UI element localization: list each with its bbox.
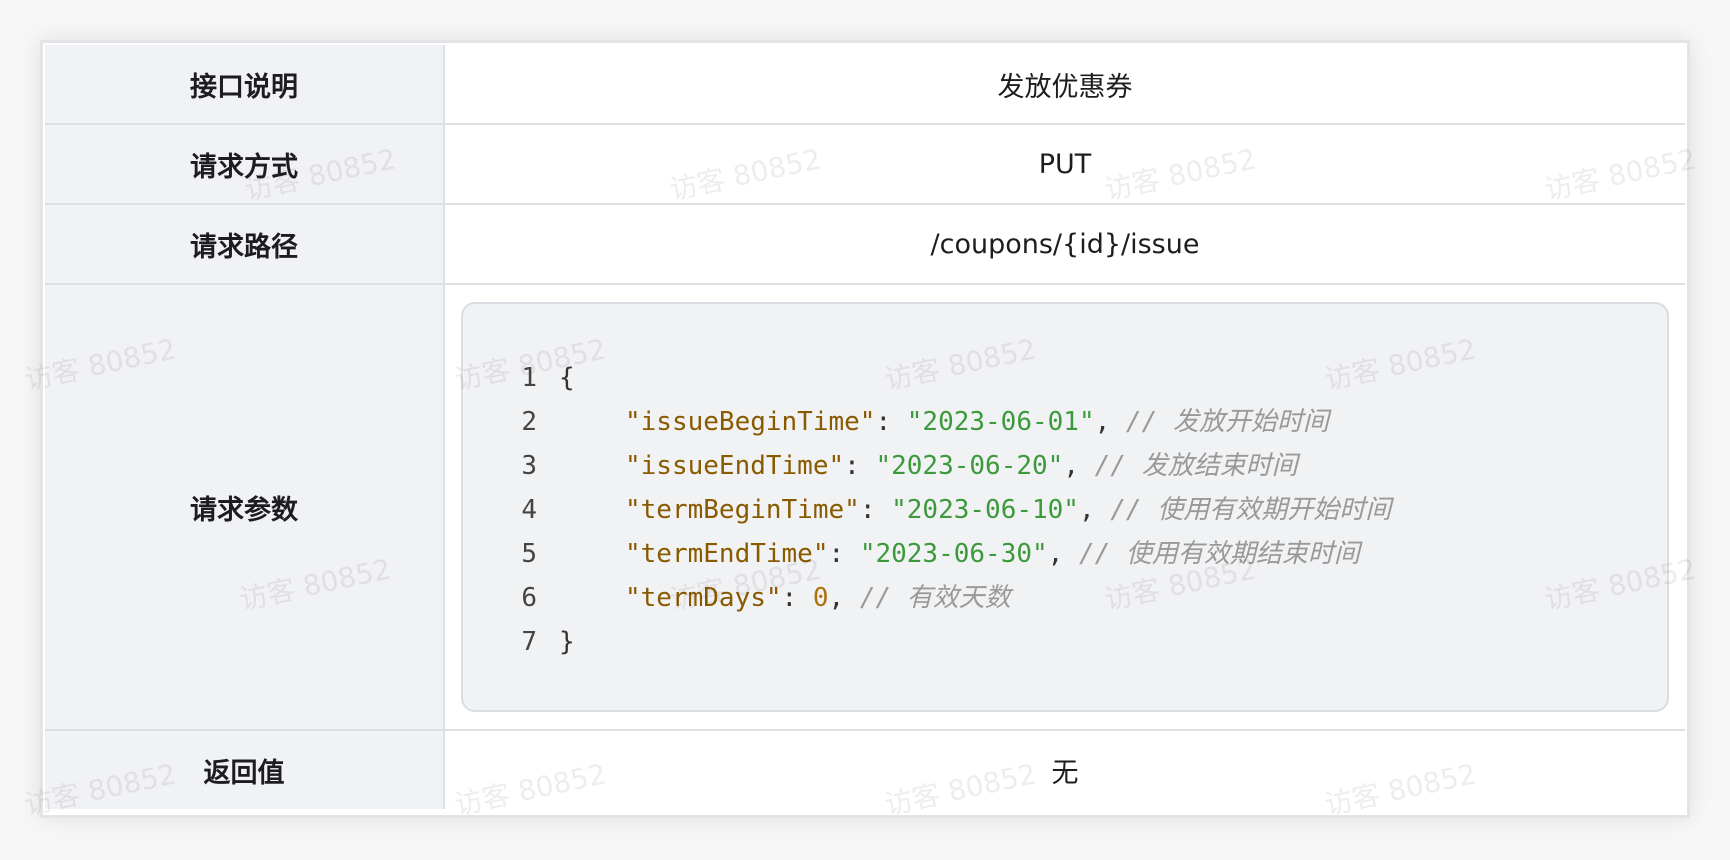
code-sep: :: [844, 451, 876, 481]
row-value-params: 1{ 2 "issueBeginTime": "2023-06-01", // 发…: [443, 283, 1685, 731]
code-brace-open: {: [559, 363, 575, 393]
line-number: 7: [521, 627, 537, 657]
code-line: 2 "issueBeginTime": "2023-06-01", // 发放开始…: [463, 400, 1667, 444]
row-value-method: PUT: [443, 123, 1685, 205]
code-line: 1{: [463, 356, 1667, 400]
row-label-return: 返回值: [45, 729, 445, 809]
api-doc-card: 接口说明 发放优惠券 请求方式 PUT 请求路径 /coupons/{id}/i…: [22, 40, 1699, 822]
row-value-description: 发放优惠券: [443, 45, 1685, 125]
code-key: "termDays": [625, 583, 782, 613]
code-key: "issueEndTime": [625, 451, 845, 481]
code-sep: :: [828, 539, 860, 569]
code-comment: // 使用有效期开始时间: [1110, 495, 1392, 525]
code-comma: ,: [1094, 407, 1126, 437]
code-string: "2023-06-20": [875, 451, 1064, 481]
line-number: 6: [521, 583, 537, 613]
code-brace-close: }: [559, 627, 575, 657]
api-spec-table: 接口说明 发放优惠券 请求方式 PUT 请求路径 /coupons/{id}/i…: [45, 45, 1685, 809]
code-block[interactable]: 1{ 2 "issueBeginTime": "2023-06-01", // 发…: [461, 302, 1669, 712]
row-value-return: 无: [443, 729, 1685, 809]
line-number: 5: [521, 539, 537, 569]
table-row: 请求方式 PUT: [45, 123, 1685, 205]
code-number: 0: [812, 583, 829, 613]
line-number: 3: [521, 451, 537, 481]
code-comma: ,: [1063, 451, 1095, 481]
code-comma: ,: [828, 583, 860, 613]
table-row: 接口说明 发放优惠券: [45, 45, 1685, 125]
code-line: 5 "termEndTime": "2023-06-30", // 使用有效期结束…: [463, 532, 1667, 576]
row-label-params: 请求参数: [45, 283, 445, 731]
line-number: 2: [521, 407, 537, 437]
line-number: 4: [521, 495, 537, 525]
row-value-path: /coupons/{id}/issue: [443, 203, 1685, 285]
code-string: "2023-06-01": [906, 407, 1095, 437]
table-row: 返回值 无: [45, 729, 1685, 809]
code-comment: // 使用有效期结束时间: [1078, 539, 1360, 569]
code-key: "termBeginTime": [625, 495, 860, 525]
code-line: 3 "issueEndTime": "2023-06-20", // 发放结束时间: [463, 444, 1667, 488]
code-comma: ,: [1078, 495, 1111, 525]
line-number: 1: [521, 363, 537, 393]
code-comma: ,: [1047, 539, 1079, 569]
code-comment: // 发放结束时间: [1094, 451, 1298, 481]
code-comment: // 有效天数: [859, 583, 1011, 613]
code-key: "termEndTime": [625, 539, 829, 569]
code-sep: :: [875, 407, 907, 437]
row-label-description: 接口说明: [45, 45, 445, 125]
code-sep: :: [859, 495, 892, 525]
code-key: "issueBeginTime": [625, 407, 876, 437]
row-label-path: 请求路径: [45, 203, 445, 285]
code-string: "2023-06-30": [859, 539, 1048, 569]
table-row: 请求路径 /coupons/{id}/issue: [45, 203, 1685, 285]
row-label-method: 请求方式: [45, 123, 445, 205]
code-string: "2023-06-10": [891, 495, 1079, 525]
code-sep: :: [781, 583, 813, 613]
code-line: 4 "termBeginTime": "2023-06-10", // 使用有效期…: [463, 488, 1667, 532]
code-line: 6 "termDays": 0, // 有效天数: [463, 576, 1667, 620]
code-line: 7}: [463, 620, 1667, 664]
code-comment: // 发放开始时间: [1125, 407, 1329, 437]
table-row: 请求参数 1{ 2 "issueBeginTime": "2023-06-01",…: [45, 283, 1685, 731]
